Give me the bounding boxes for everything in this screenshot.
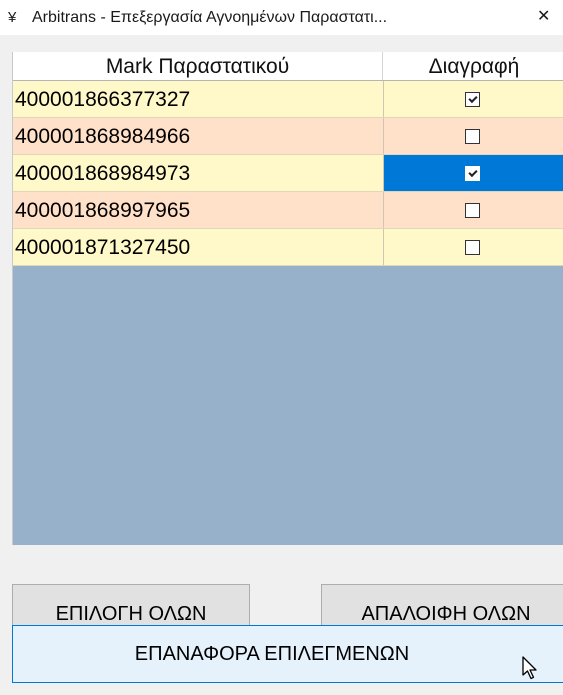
delete-cell[interactable] [384,155,563,191]
delete-checkbox[interactable] [465,203,480,218]
delete-checkbox[interactable] [465,166,480,181]
documents-grid: Mark Παραστατικού Διαγραφή 4000018663773… [12,52,563,545]
mark-cell[interactable]: 400001866377327 [13,81,384,117]
mark-cell[interactable]: 400001868984973 [13,155,384,191]
arbitrans-logo-icon: ¥ [8,9,17,26]
delete-cell[interactable] [384,192,563,228]
restore-selected-button[interactable]: ΕΠΑΝΑΦΟΡΑ ΕΠΙΛΕΓΜΕΝΩΝ [12,625,563,683]
table-row[interactable]: 400001868984966 [13,118,563,155]
delete-cell[interactable] [384,118,563,154]
delete-cell[interactable] [384,81,563,117]
table-row[interactable]: 400001868984973 [13,155,563,192]
table-row[interactable]: 400001871327450 [13,229,563,266]
mark-cell[interactable]: 400001868997965 [13,192,384,228]
close-button[interactable]: ✕ [537,6,563,28]
mouse-cursor-icon [522,656,537,680]
mark-cell[interactable]: 400001868984966 [13,118,384,154]
restore-selected-label: ΕΠΑΝΑΦΟΡΑ ΕΠΙΛΕΓΜΕΝΩΝ [134,643,410,665]
column-header-mark[interactable]: Mark Παραστατικού [13,52,383,80]
delete-cell[interactable] [384,229,563,265]
checkmark-icon [468,167,478,178]
table-row[interactable]: 400001868997965 [13,192,563,229]
grid-header: Mark Παραστατικού Διαγραφή [13,52,563,81]
column-header-delete[interactable]: Διαγραφή [384,52,563,80]
delete-checkbox[interactable] [465,129,480,144]
table-row[interactable]: 400001866377327 [13,81,563,118]
window-title: Arbitrans - Επεξεργασία Αγνοημένων Παρασ… [32,9,388,26]
checkmark-icon [468,93,478,104]
delete-checkbox[interactable] [465,240,480,255]
title-bar: ¥ Arbitrans - Επεξεργασία Αγνοημένων Παρ… [0,0,563,35]
mark-cell[interactable]: 400001871327450 [13,229,384,265]
delete-checkbox[interactable] [465,92,480,107]
